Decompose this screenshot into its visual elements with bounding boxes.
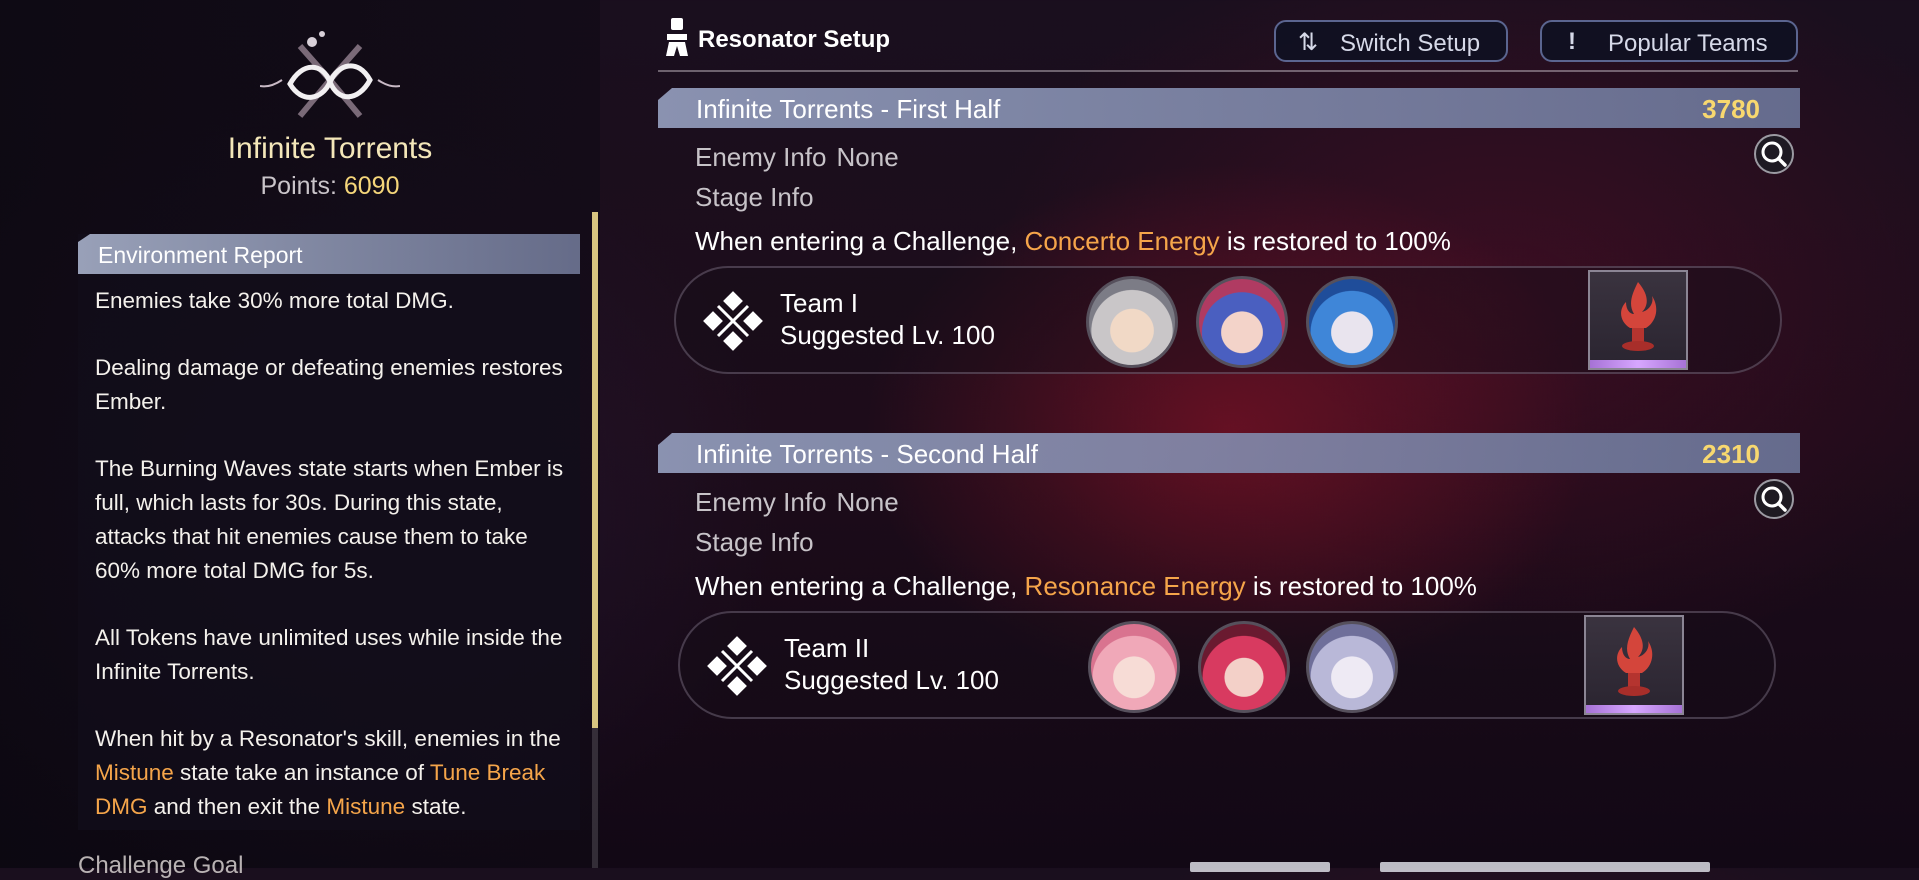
resonator-avatar[interactable] [1306,621,1398,713]
environment-report-header: Environment Report [78,234,580,274]
bottom-button-right[interactable] [1380,862,1710,872]
popular-teams-button[interactable]: ! Popular Teams [1540,20,1798,62]
resonator-avatar[interactable] [1306,276,1398,368]
mistune-keyword: Mistune [95,760,174,785]
env-text: and then exit the [147,794,327,819]
env-paragraph: Dealing damage or defeating enemies rest… [95,355,563,414]
stage-desc-suffix: is restored to 100% [1219,226,1451,256]
switch-setup-label: Switch Setup [1340,30,1481,57]
enemy-search-button[interactable] [1754,134,1794,174]
enemy-info-value: None [836,142,899,172]
exclamation-icon: ! [1568,28,1576,55]
popular-teams-label: Popular Teams [1608,30,1768,57]
flame-chalice-icon [1621,282,1657,351]
second-half-score: 2310 [1702,439,1760,469]
left-panel: Infinite Torrents Points: 6090 Environme… [0,0,600,879]
env-paragraph: When hit by a Resonator's skill, enemies… [95,722,575,824]
team-1-level: Suggested Lv. 100 [780,320,995,350]
search-icon [1761,486,1787,512]
first-half-title: Infinite Torrents - First Half [696,94,1001,124]
environment-report-body[interactable]: Enemies take 30% more total DMG. Dealing… [95,284,575,830]
points-value: 6090 [343,172,400,200]
flame-chalice-icon [1617,627,1653,696]
second-half-title: Infinite Torrents - Second Half [696,439,1039,469]
concerto-energy-keyword: Concerto Energy [1024,226,1220,256]
enemy-search-button[interactable] [1754,479,1794,519]
environment-report-title: Environment Report [98,242,303,268]
environment-report-card: Environment Report Enemies take 30% more… [78,234,580,830]
env-paragraph: Enemies take 30% more total DMG. [95,288,454,313]
header-divider [658,70,1798,72]
swap-sort-icon: ⇅ [1298,29,1319,56]
token-slot[interactable] [1584,615,1684,715]
resonator-setup-title: Resonator Setup [698,26,891,53]
team-1-name: Team I [780,288,859,318]
points-label: Points: [260,172,337,200]
team-2-card[interactable]: Team II Suggested Lv. 100 [678,611,1776,719]
resonator-avatar[interactable] [1088,621,1180,713]
enemy-info-value: None [836,487,899,517]
env-paragraph: All Tokens have unlimited uses while ins… [95,625,563,684]
resonator-avatar[interactable] [1086,276,1178,368]
team-2-level: Suggested Lv. 100 [784,665,999,695]
environment-scrollbar-thumb[interactable] [592,212,598,728]
team-emblem-icon [703,291,763,351]
resonator-avatar[interactable] [1196,276,1288,368]
stage-desc-prefix: When entering a Challenge, [695,571,1025,601]
env-text: state. [405,794,467,819]
resonator-setup-icon [666,18,688,56]
stage-description: When entering a Challenge, Concerto Ener… [695,226,1451,257]
enemy-info-line: Enemy Info None [695,142,899,173]
resonator-avatar[interactable] [1198,621,1290,713]
first-half-score: 3780 [1702,94,1760,124]
switch-setup-button[interactable]: ⇅ Switch Setup [1274,20,1508,62]
enemy-info-label: Enemy Info [695,487,827,517]
points-display: Points: 6090 [0,172,660,201]
stage-info-label: Stage Info [695,182,814,212]
mode-title: Infinite Torrents [227,132,433,165]
team-emblem-icon [707,636,767,696]
infinite-torrents-emblem [260,31,400,118]
env-text: When hit by a Resonator's skill, enemies… [95,726,561,751]
stage-desc-prefix: When entering a Challenge, [695,226,1025,256]
second-half-bar: Infinite Torrents - Second Half 2310 [658,433,1800,473]
enemy-info-label: Enemy Info [695,142,827,172]
stage-info-label: Stage Info [695,527,814,557]
first-half-section: Infinite Torrents - First Half 3780 Enem… [658,88,1800,398]
second-half-section: Infinite Torrents - Second Half 2310 Ene… [658,433,1800,743]
stage-desc-suffix: is restored to 100% [1245,571,1477,601]
team-1-card[interactable]: Team I Suggested Lv. 100 [674,266,1782,374]
challenge-goal-heading: Challenge Goal [78,852,244,879]
enemy-info-line: Enemy Info None [695,487,899,518]
env-paragraph: The Burning Waves state starts when Embe… [95,456,564,583]
token-slot[interactable] [1588,270,1688,370]
env-text: state take an instance of [173,760,430,785]
search-icon [1761,141,1787,167]
bottom-button-left[interactable] [1190,862,1330,872]
team-2-name: Team II [784,633,870,663]
stage-description: When entering a Challenge, Resonance Ene… [695,571,1477,602]
first-half-bar: Infinite Torrents - First Half 3780 [658,88,1800,128]
resonance-energy-keyword: Resonance Energy [1024,571,1246,601]
mistune-keyword: Mistune [326,794,406,819]
